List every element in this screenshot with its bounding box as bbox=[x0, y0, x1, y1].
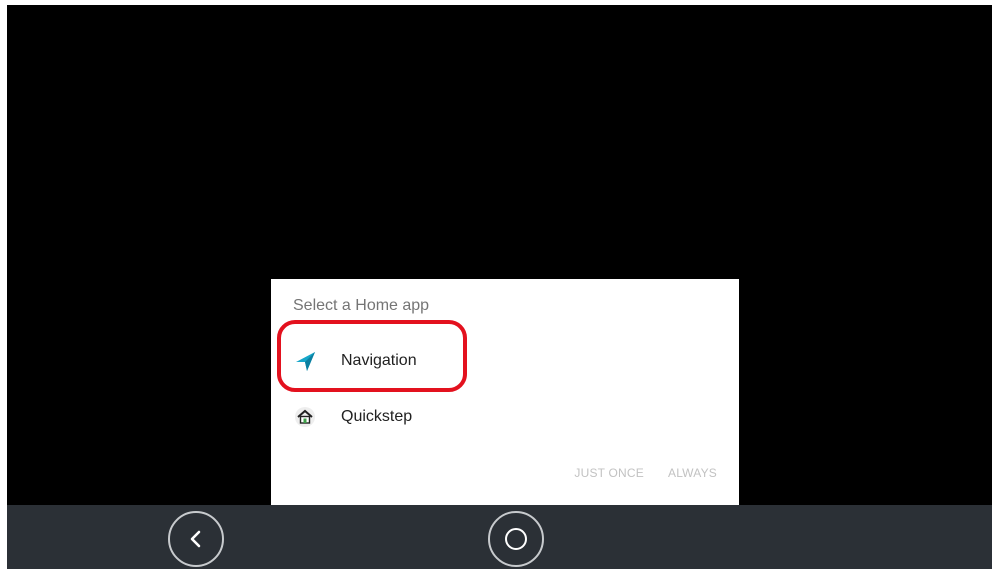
app-option-label: Quickstep bbox=[341, 408, 413, 425]
app-option-quickstep[interactable]: Quickstep bbox=[271, 391, 739, 443]
back-chevron-icon bbox=[186, 529, 206, 549]
back-button[interactable] bbox=[168, 511, 224, 567]
just-once-button[interactable]: JUST ONCE bbox=[574, 466, 644, 480]
navigation-arrow-icon bbox=[293, 349, 317, 373]
always-button[interactable]: ALWAYS bbox=[668, 466, 717, 480]
home-app-chooser-dialog: Select a Home app Navigation Quickstep J… bbox=[271, 279, 739, 505]
home-button[interactable] bbox=[488, 511, 544, 567]
app-option-navigation[interactable]: Navigation bbox=[271, 335, 739, 387]
app-option-label: Navigation bbox=[341, 352, 417, 369]
home-icon bbox=[293, 405, 317, 429]
dialog-title: Select a Home app bbox=[293, 297, 430, 314]
system-navigation-bar bbox=[7, 505, 992, 569]
home-circle-icon bbox=[503, 526, 529, 552]
dialog-actions: JUST ONCE ALWAYS bbox=[574, 466, 717, 480]
